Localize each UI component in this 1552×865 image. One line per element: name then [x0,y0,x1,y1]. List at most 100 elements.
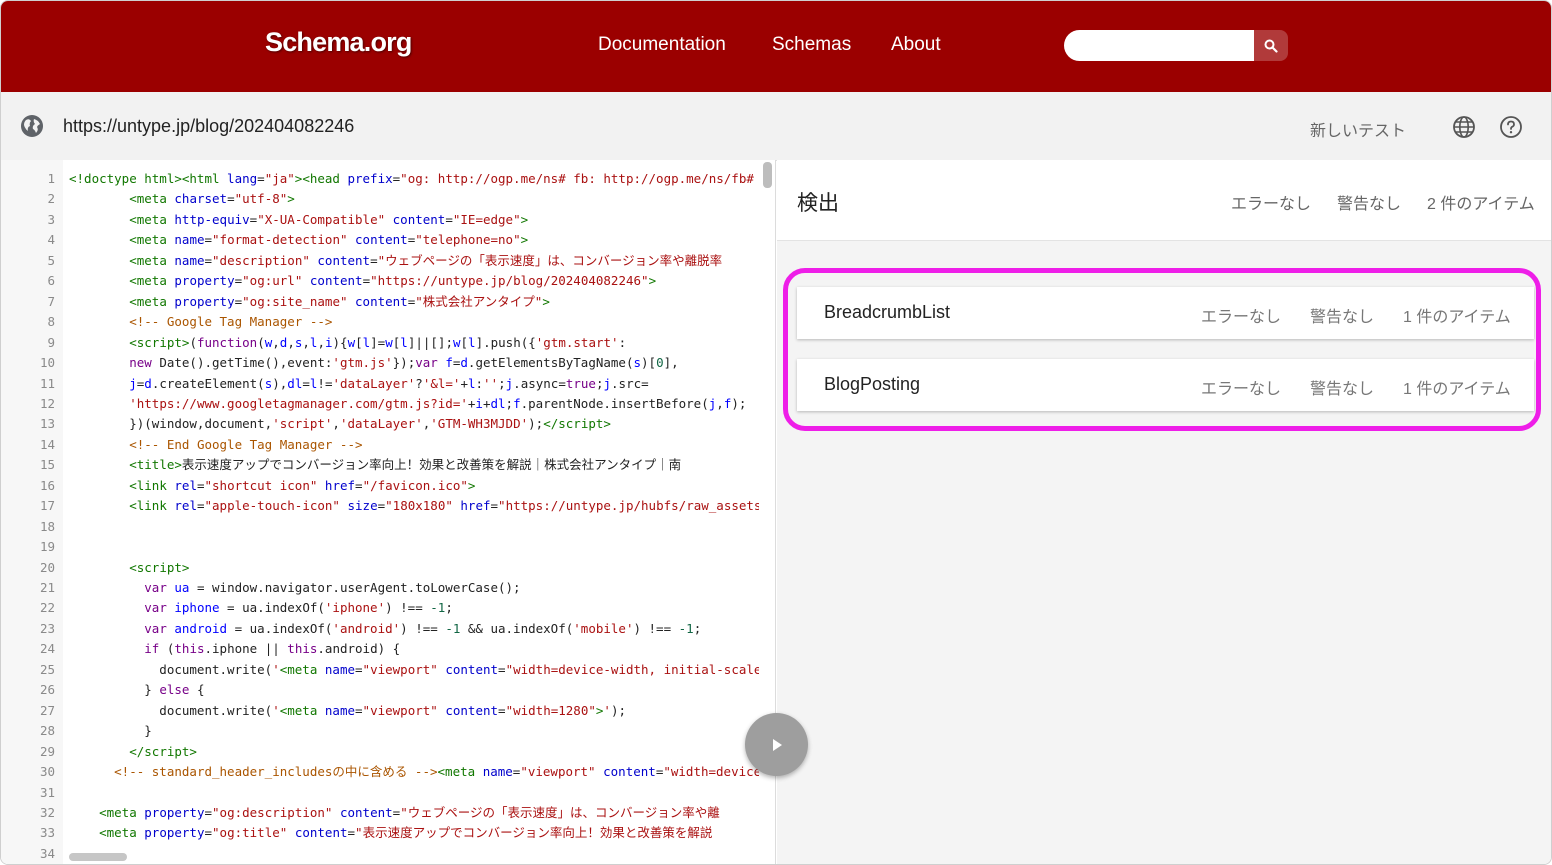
code-text: document.write('<meta name="viewport" co… [69,702,626,718]
total-warnings: 警告なし [1337,196,1402,213]
code-line: 7 <meta property="og:site_name" content=… [1,292,775,312]
line-number: 34 [39,845,55,861]
line-number: 8 [47,314,55,330]
site-header: Schema.org Documentation Schemas About [1,1,1551,92]
search-button[interactable] [1254,30,1288,61]
code-line: 5 <meta name="description" content="ウェブペ… [1,251,775,271]
code-text: <meta property="og:description" content=… [99,804,720,820]
code-line: 2 <meta charset="utf-8"> [1,189,775,209]
language-globe-icon[interactable] [1452,115,1476,139]
line-number: 18 [39,518,55,534]
code-line: 19 [1,537,775,557]
code-text: } else { [69,682,205,698]
code-line: 12 'https://www.googletagmanager.com/gtm… [1,394,775,414]
code-text: new Date().getTime(),event:'gtm.js'});va… [129,355,679,371]
new-test-button[interactable]: 新しいテスト [1310,117,1406,141]
horizontal-scrollbar[interactable] [69,853,127,861]
code-text: 'https://www.googletagmanager.com/gtm.js… [129,395,747,411]
code-line: 29 </script> [1,742,775,762]
line-number: 9 [47,334,55,350]
code-text: })(window,document,'script','dataLayer',… [69,416,611,432]
code-text: <link rel="shortcut icon" href="/favicon… [129,477,476,493]
line-number: 31 [39,784,55,800]
code-line: 6 <meta property="og:url" content="https… [1,271,775,291]
results-title: 検出 [797,192,839,215]
highlight-outline [783,268,1541,431]
line-number: 32 [39,804,55,820]
line-number: 6 [47,273,55,289]
total-errors: エラーなし [1231,196,1312,213]
help-icon[interactable] [1499,115,1523,139]
url-bar: https://untype.jp/blog/202404082246 新しいテ… [1,92,1551,161]
code-text: <script> [129,559,190,575]
code-line: 3 <meta http-equiv="X-UA-Compatible" con… [1,210,775,230]
code-text: <!-- End Google Tag Manager --> [129,436,363,452]
line-number: 15 [39,457,55,473]
line-number: 2 [47,191,55,207]
code-line: 18 [1,517,775,537]
line-number: 19 [39,539,55,555]
globe-icon [21,115,43,137]
line-number: 16 [39,477,55,493]
code-line: 17 <link rel="apple-touch-icon" size="18… [1,496,775,516]
line-number: 26 [39,682,55,698]
nav-schemas[interactable]: Schemas [772,34,851,56]
line-number: 33 [39,825,55,841]
code-text: <meta property="og:title" content="表示速度ア… [99,825,713,841]
line-number: 22 [39,600,55,616]
line-number: 17 [39,498,55,514]
tested-url: https://untype.jp/blog/202404082246 [63,116,355,136]
code-line: 20 <script> [1,558,775,578]
code-line: 30 <!-- standard_header_includesの中に含める -… [1,762,775,782]
line-number: 7 [47,293,55,309]
code-text: <!doctype html><html lang="ja"><head pre… [69,171,759,186]
code-line: 27 document.write('<meta name="viewport"… [1,701,775,721]
line-number: 12 [39,395,55,411]
code-text: <meta property="og:url" content="https:/… [129,273,657,289]
code-text: <script>(function(w,d,s,l,i){w[l]=w[l]||… [129,334,627,350]
code-text: <!-- Google Tag Manager --> [129,314,333,330]
code-text: <meta name="format-detection" content="t… [129,232,529,248]
vertical-scrollbar[interactable] [763,162,772,188]
code-line: 31 [1,783,775,803]
line-number: 29 [39,743,55,759]
code-line: 4 <meta name="format-detection" content=… [1,230,775,250]
line-number: 3 [47,211,55,227]
code-text: <link rel="apple-touch-icon" size="180x1… [129,498,759,514]
code-text: var iphone = ua.indexOf('iphone') !== -1… [144,600,453,616]
code-text: <meta property="og:site_name" content="株… [129,293,550,309]
line-number: 10 [39,355,55,371]
code-line: 13 })(window,document,'script','dataLaye… [1,414,775,434]
code-line: 16 <link rel="shortcut icon" href="/favi… [1,476,775,496]
code-editor[interactable]: 1 <!doctype html><html lang="ja"><head pr… [1,160,776,864]
code-line: 25 document.write('<meta name="viewport"… [1,660,775,680]
total-items: 2 件のアイテム [1427,196,1535,213]
line-number: 13 [39,416,55,432]
site-logo[interactable]: Schema.org [265,27,412,58]
line-number: 23 [39,620,55,636]
code-text: var ua = window.navigator.userAgent.toLo… [144,580,521,595]
line-number: 28 [39,723,55,739]
app-window: Schema.org Documentation Schemas About h… [0,0,1552,865]
line-number: 24 [39,641,55,657]
code-line: 24 if (this.iphone || this.android) { [1,639,775,659]
code-line: 21 var ua = window.navigator.userAgent.t… [1,578,775,598]
results-header: 検出 エラーなし 警告なし 2 件のアイテム [777,160,1551,241]
search-input[interactable] [1064,30,1254,61]
code-line: 10 new Date().getTime(),event:'gtm.js'})… [1,353,775,373]
line-number: 21 [39,580,55,595]
code-line: 9 <script>(function(w,d,s,l,i){w[l]=w[l]… [1,333,775,353]
line-number: 1 [47,171,55,186]
nav-documentation[interactable]: Documentation [598,34,726,56]
code-line: 1 <!doctype html><html lang="ja"><head pr… [1,169,775,189]
code-text: <meta charset="utf-8"> [129,191,295,207]
line-number: 5 [47,252,55,268]
nav-about[interactable]: About [891,34,941,56]
line-number: 4 [47,232,55,248]
line-number: 20 [39,559,55,575]
code-line: 23 var android = ua.indexOf('android') !… [1,619,775,639]
code-line: 14 <!-- End Google Tag Manager --> [1,435,775,455]
code-line: 32 <meta property="og:description" conte… [1,803,775,823]
code-line: 15 <title>表示速度アップでコンバージョン率向上！効果と改善策を解説｜株… [1,455,775,475]
run-test-button[interactable] [745,713,808,776]
